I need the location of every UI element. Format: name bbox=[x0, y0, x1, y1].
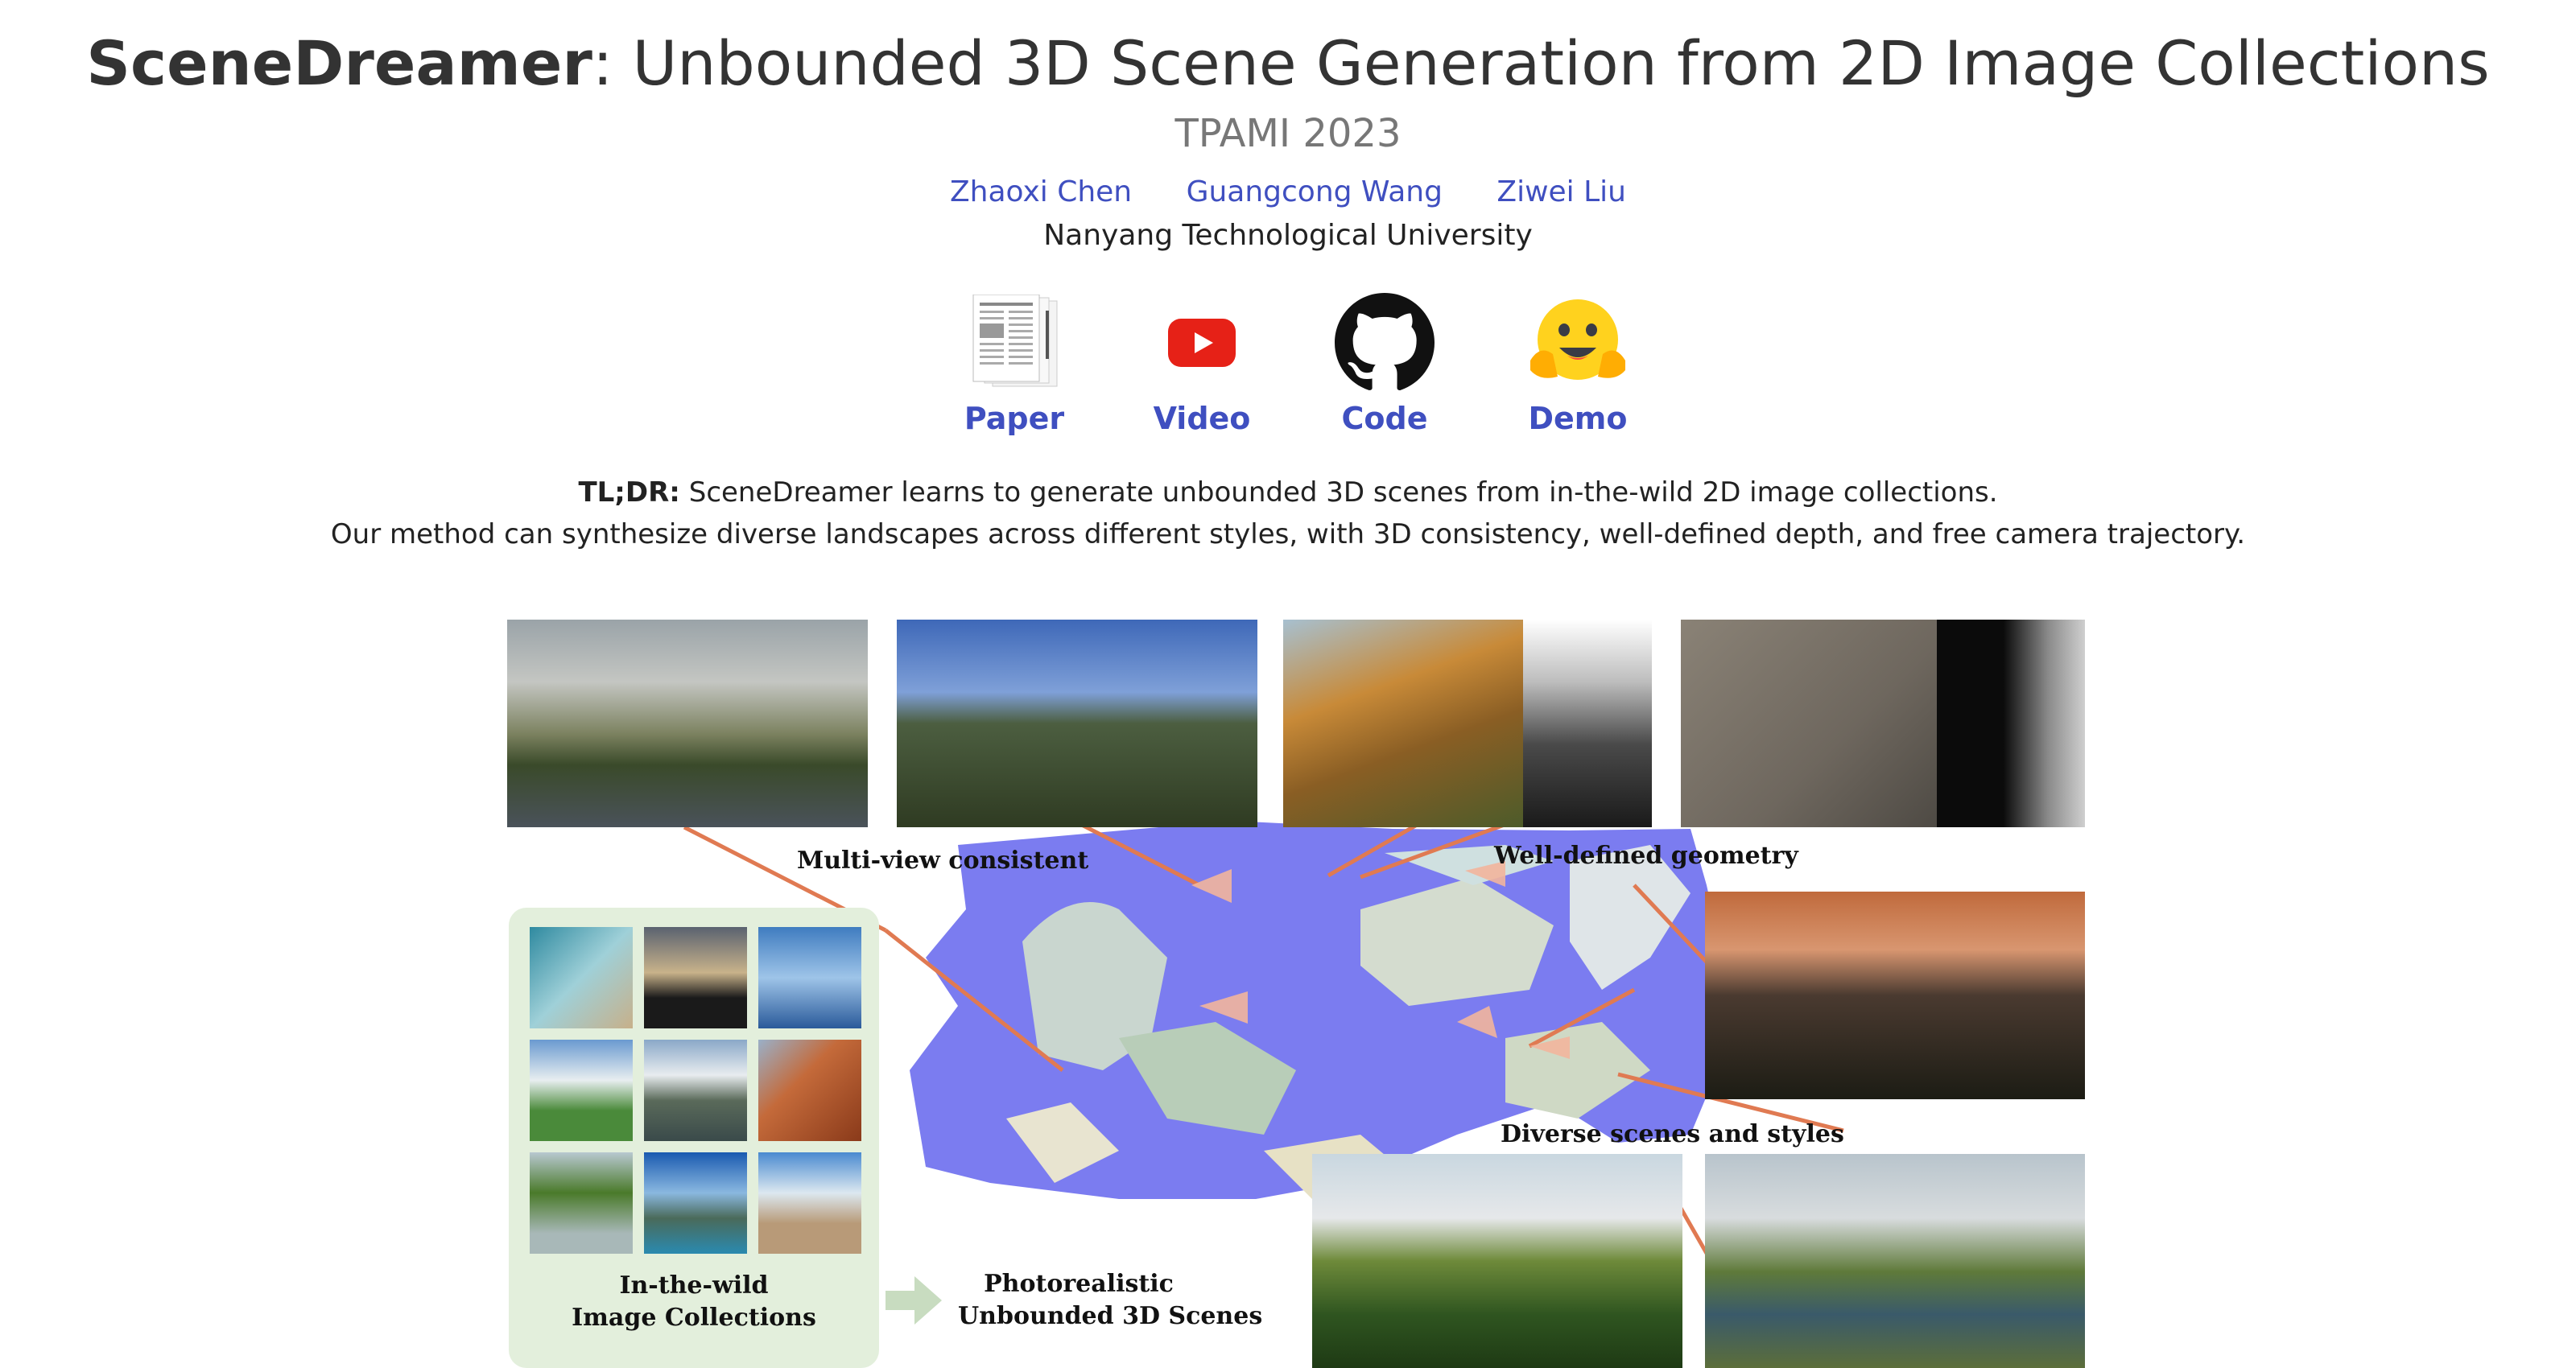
huggingface-icon bbox=[1530, 299, 1625, 380]
collection-photo bbox=[644, 1040, 747, 1141]
title-bold: SceneDreamer bbox=[86, 27, 592, 99]
collection-photo bbox=[530, 1152, 633, 1254]
paper-link[interactable]: Paper bbox=[934, 290, 1095, 436]
render-image-1 bbox=[507, 620, 868, 827]
teaser-figure: In-the-wild Image Collections Multi-view… bbox=[507, 620, 2085, 1368]
depth-image-3 bbox=[1523, 620, 1652, 827]
arrow-right-icon bbox=[886, 1276, 942, 1325]
author-link-1[interactable]: Zhaoxi Chen bbox=[950, 175, 1132, 208]
tldr-line-1-text: SceneDreamer learns to generate unbounde… bbox=[688, 476, 1998, 509]
image-collections-panel: In-the-wild Image Collections bbox=[509, 908, 879, 1368]
tldr-line-2: Our method can synthesize diverse landsc… bbox=[330, 518, 2246, 550]
author-link-3[interactable]: Ziwei Liu bbox=[1496, 175, 1626, 208]
collections-label-2: Image Collections bbox=[572, 1304, 816, 1332]
code-link-label[interactable]: Code bbox=[1304, 401, 1465, 436]
venue: TPAMI 2023 bbox=[1174, 111, 1402, 156]
demo-link-label[interactable]: Demo bbox=[1497, 401, 1658, 436]
diverse-label: Diverse scenes and styles bbox=[1501, 1120, 1844, 1148]
geometry-label: Well-defined geometry bbox=[1494, 842, 1798, 870]
multiview-label: Multi-view consistent bbox=[797, 847, 1089, 875]
youtube-icon bbox=[1168, 319, 1236, 367]
page-title: SceneDreamer: Unbounded 3D Scene Generat… bbox=[0, 27, 2576, 99]
collection-photo bbox=[644, 927, 747, 1028]
tldr-line-1: TL;DR: SceneDreamer learns to generate u… bbox=[0, 472, 2576, 513]
collections-label-1: In-the-wild bbox=[619, 1271, 769, 1300]
paper-icon bbox=[972, 295, 1058, 387]
github-icon bbox=[1335, 293, 1435, 390]
scenes-label-1: Photorealistic bbox=[984, 1270, 1174, 1298]
render-image-5 bbox=[1705, 892, 2085, 1099]
render-image-6 bbox=[1312, 1154, 1682, 1368]
render-image-7 bbox=[1705, 1154, 2085, 1368]
collection-photo bbox=[758, 1152, 861, 1254]
author-link-2[interactable]: Guangcong Wang bbox=[1187, 175, 1443, 208]
paper-link-label[interactable]: Paper bbox=[934, 401, 1095, 436]
title-rest: : Unbounded 3D Scene Generation from 2D … bbox=[592, 27, 2490, 99]
collection-photo bbox=[644, 1152, 747, 1254]
video-link-label[interactable]: Video bbox=[1121, 401, 1282, 436]
author-list: Zhaoxi Chen Guangcong Wang Ziwei Liu bbox=[0, 175, 2576, 208]
collection-photo bbox=[758, 1040, 861, 1141]
render-image-3 bbox=[1283, 620, 1523, 827]
tldr-prefix: TL;DR: bbox=[578, 476, 680, 509]
render-image-2 bbox=[897, 620, 1257, 827]
demo-link[interactable]: Demo bbox=[1497, 290, 1658, 436]
collection-photo bbox=[758, 927, 861, 1028]
render-image-4 bbox=[1681, 620, 1937, 827]
tldr-text: TL;DR: SceneDreamer learns to generate u… bbox=[0, 472, 2576, 555]
depth-image-4 bbox=[1937, 620, 2085, 827]
code-link[interactable]: Code bbox=[1304, 290, 1465, 436]
collection-photo bbox=[530, 1040, 633, 1141]
affiliation: Nanyang Technological University bbox=[1043, 219, 1533, 252]
scenes-label-2: Unbounded 3D Scenes bbox=[958, 1302, 1263, 1330]
collection-photo bbox=[530, 927, 633, 1028]
video-link[interactable]: Video bbox=[1121, 290, 1282, 436]
